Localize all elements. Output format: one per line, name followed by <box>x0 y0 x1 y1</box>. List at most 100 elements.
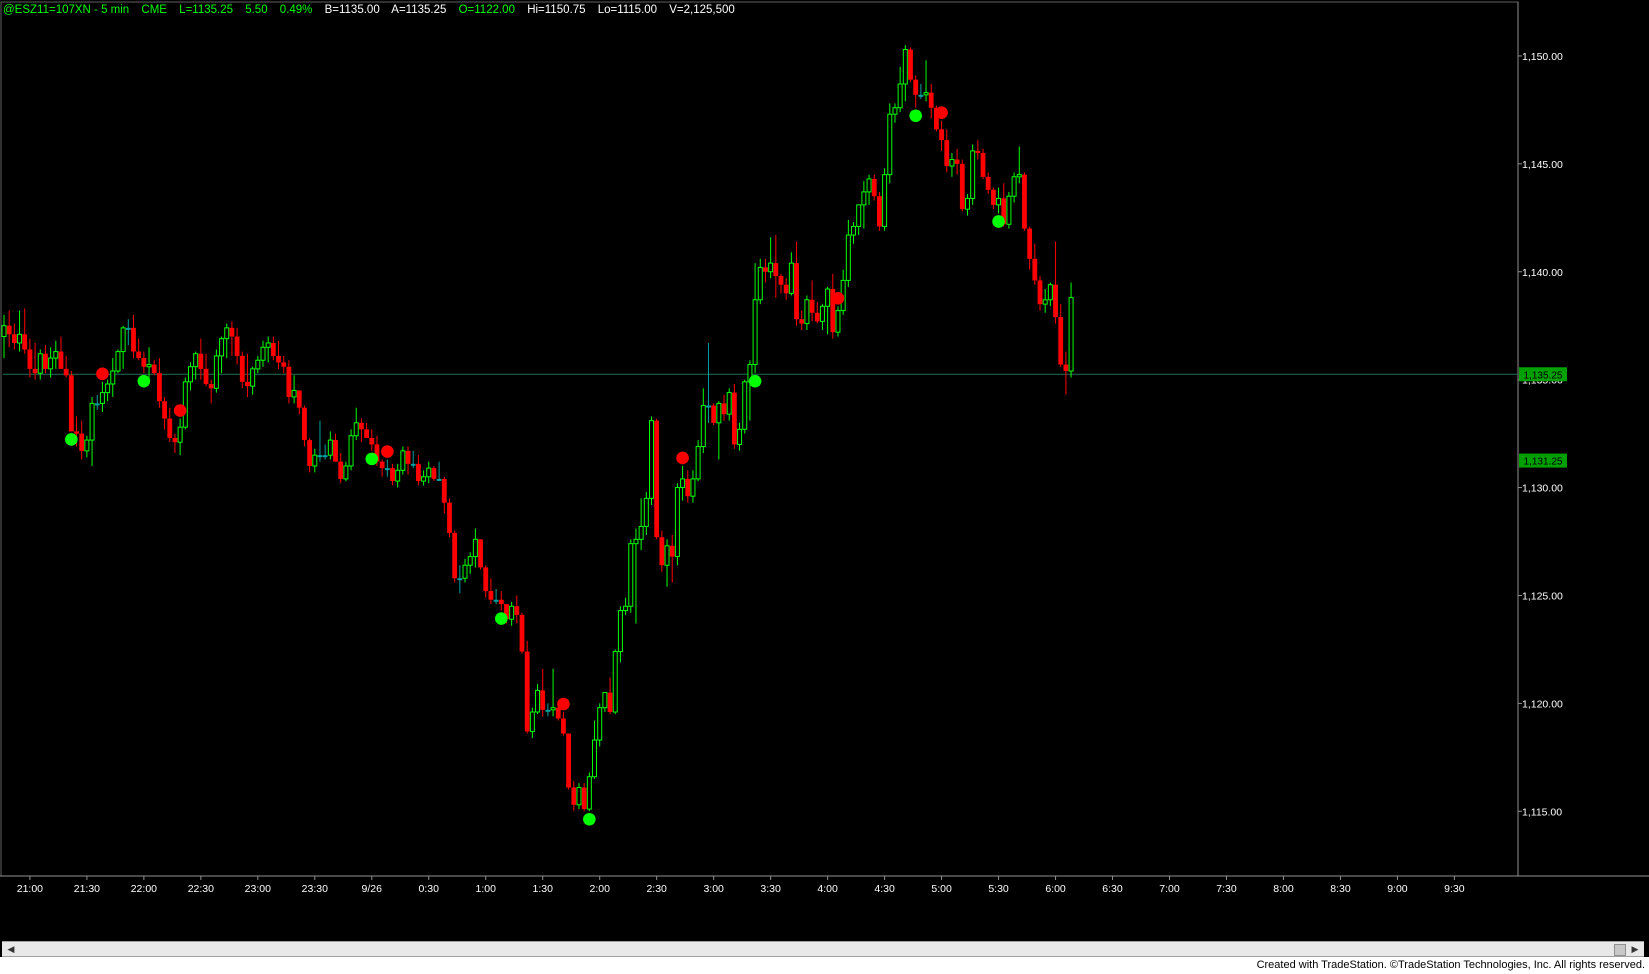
candle-body <box>43 353 48 369</box>
candle-body <box>146 364 152 368</box>
candle-body <box>421 476 427 482</box>
candle-body <box>944 140 950 167</box>
y-tick-label: 1,130.00 <box>1522 483 1563 495</box>
candle-body <box>726 392 732 415</box>
high-price: Hi=1150.75 <box>527 4 586 16</box>
candle-body <box>151 364 157 374</box>
candle-body <box>203 368 209 384</box>
candle-body <box>892 107 898 115</box>
swing-high-marker <box>557 697 570 711</box>
candle-body <box>193 353 199 368</box>
y-tick-label: 1,145.00 <box>1522 159 1563 171</box>
candle-body <box>695 446 701 480</box>
candle-body <box>1047 284 1053 301</box>
candle-body <box>845 234 851 281</box>
candle-body <box>607 692 613 712</box>
candle-body <box>322 455 328 458</box>
y-tick-label: 1,115.00 <box>1522 806 1562 818</box>
price-chart[interactable]: 1,115.001,120.001,125.001,130.001,135.00… <box>0 0 1649 974</box>
candle-body <box>224 327 230 340</box>
candle-body <box>343 465 349 480</box>
candle-body <box>1 325 7 337</box>
x-tick-label: 2:30 <box>646 883 667 895</box>
candle-body <box>53 351 59 359</box>
scroll-thumb[interactable] <box>1614 944 1626 956</box>
last-price: L=1135.25 <box>179 4 233 16</box>
x-tick-label: 8:30 <box>1330 883 1351 895</box>
candle-body <box>980 153 986 177</box>
candle-body <box>985 176 991 190</box>
y-tick-label: 1,150.00 <box>1522 51 1563 63</box>
swing-low-marker <box>583 812 596 826</box>
candle-body <box>281 362 287 367</box>
candle-body <box>597 707 603 741</box>
candle-body <box>260 346 266 361</box>
candle-body <box>1016 174 1022 178</box>
candle-body <box>452 532 458 579</box>
bid-price: B=1135.00 <box>324 4 380 16</box>
candle-body <box>22 334 28 350</box>
candle-body <box>964 197 970 210</box>
candle-body <box>1037 280 1043 305</box>
candle-body <box>529 711 535 732</box>
horizontal-scrollbar[interactable]: ◀ ▶ <box>2 941 1644 957</box>
footer-bar: Created with TradeStation. ©TradeStation… <box>0 957 1649 974</box>
candle-body <box>296 390 302 408</box>
scroll-left-icon[interactable]: ◀ <box>4 943 18 955</box>
candle-body <box>488 591 494 600</box>
candle-body <box>825 288 831 307</box>
candle-body <box>788 262 794 294</box>
candle-body <box>120 327 126 353</box>
swing-low-marker <box>909 109 922 123</box>
symbol-header: @ESZ11=107XN - 5 min CME L=1135.25 5.50 … <box>3 2 744 18</box>
candle-body <box>540 690 546 710</box>
candle-body <box>99 392 105 404</box>
candle-body <box>902 48 908 85</box>
candle-body <box>897 83 903 109</box>
candle-body <box>716 402 722 424</box>
x-tick-label: 21:30 <box>74 883 100 895</box>
pct-change: 0.49% <box>279 4 313 16</box>
candle-body <box>395 469 401 482</box>
candle-body <box>711 405 717 423</box>
candle-body <box>405 450 411 464</box>
candle-body <box>996 197 1002 206</box>
copyright-text: Created with TradeStation. ©TradeStation… <box>1256 959 1645 971</box>
candle-body <box>918 94 924 97</box>
candle-body <box>379 461 385 469</box>
candle-body <box>581 787 587 810</box>
candle-body <box>602 692 608 709</box>
candle-body <box>768 262 774 273</box>
net-change: 5.50 <box>245 4 268 16</box>
x-tick-label: 4:30 <box>874 883 895 895</box>
candle-body <box>959 163 965 210</box>
candle-body <box>975 150 981 154</box>
swing-high-marker <box>935 106 948 119</box>
x-tick-label: 2:00 <box>589 883 610 895</box>
candle-body <box>250 368 256 387</box>
candle-body <box>949 159 955 167</box>
x-tick-label: 23:30 <box>302 883 328 895</box>
candle-body <box>478 539 483 568</box>
candle-body <box>545 709 551 712</box>
candle-body <box>814 312 820 322</box>
candle-body <box>157 373 162 402</box>
candle-body <box>674 487 680 558</box>
candle-body <box>887 113 893 176</box>
scroll-right-icon[interactable]: ▶ <box>1628 943 1642 955</box>
candle-body <box>550 707 556 711</box>
x-tick-label: 9:00 <box>1387 883 1408 895</box>
candle-body <box>187 366 193 383</box>
candle-body <box>462 564 468 579</box>
candle-body <box>939 129 944 141</box>
candle-body <box>819 305 825 322</box>
candle-body <box>353 422 359 437</box>
candle-body <box>561 718 566 734</box>
candle-body <box>519 614 525 652</box>
candle-body <box>498 599 504 605</box>
candle-body <box>431 468 437 479</box>
candle-body <box>333 440 338 462</box>
candle-body <box>700 405 706 448</box>
x-tick-label: 7:00 <box>1159 883 1180 895</box>
candle-body <box>794 263 799 320</box>
